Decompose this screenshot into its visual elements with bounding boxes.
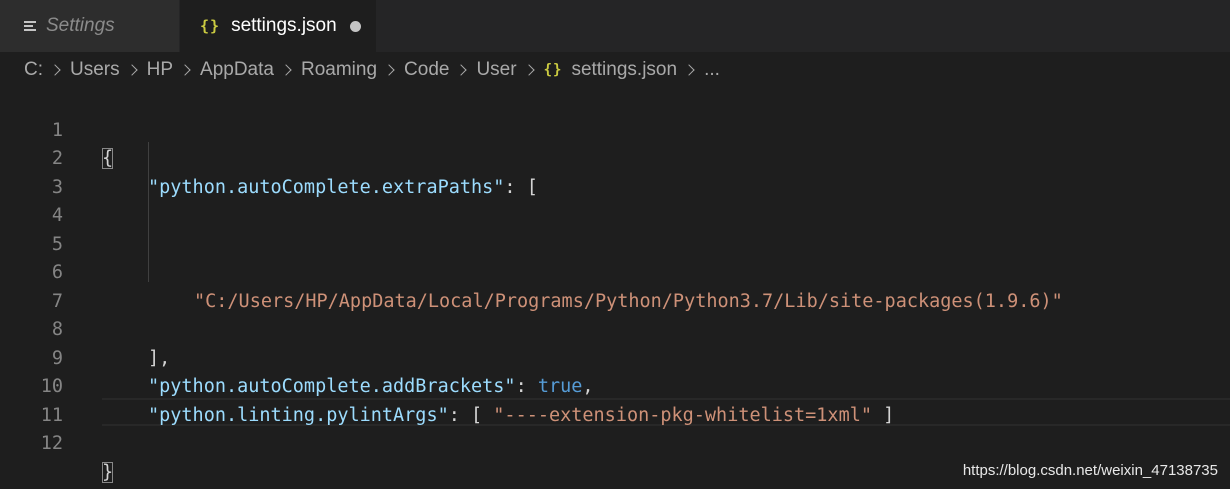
code-line: 7 — [0, 259, 1230, 312]
breadcrumb-item-users[interactable]: Users — [70, 59, 120, 81]
chevron-right-icon — [683, 64, 695, 76]
breadcrumb-item-roaming[interactable]: Roaming — [301, 59, 377, 81]
list-icon — [24, 20, 36, 32]
watermark: https://blog.csdn.net/weixin_47138735 — [962, 462, 1218, 479]
chevron-right-icon — [179, 64, 191, 76]
code-line: 6 "C:/Users/HP/AppData/Local/Programs/Py… — [0, 231, 1230, 312]
json-braces-icon: {} — [200, 17, 221, 35]
chevron-right-icon — [280, 64, 292, 76]
chevron-right-icon — [125, 64, 138, 76]
tab-settings[interactable]: Settings — [0, 0, 180, 52]
json-braces-icon: {} — [543, 62, 563, 78]
code-line: 8 ], — [0, 288, 1230, 369]
tab-settings-label: Settings — [46, 15, 115, 36]
code-line: 2 "python.autoComplete.extraPaths": [ — [0, 117, 1230, 198]
code-line: 10 "python.linting.pylintArgs": [ "----e… — [0, 345, 1230, 426]
chevron-right-icon — [522, 64, 535, 76]
tab-bar: Settings {} settings.json — [0, 0, 1230, 52]
chevron-right-icon — [455, 64, 468, 76]
code-line: 1 { — [0, 88, 1230, 169]
tab-settings-json[interactable]: {} settings.json — [180, 0, 376, 52]
code-editor[interactable]: 1 { 2 "python.autoComplete.extraPaths": … — [0, 88, 1230, 483]
code-line: 4 — [0, 174, 1230, 226]
unsaved-dot-icon[interactable] — [349, 20, 361, 32]
chevron-right-icon — [383, 64, 395, 76]
chevron-right-icon — [49, 64, 61, 76]
breadcrumb-item-file[interactable]: settings.json — [571, 59, 677, 81]
breadcrumb-item-appdata[interactable]: AppData — [200, 59, 274, 81]
close-brace: } — [102, 461, 114, 483]
breadcrumb: C: Users HP AppData Roaming Code User {}… — [24, 52, 720, 88]
breadcrumb-item-code[interactable]: Code — [404, 59, 449, 81]
breadcrumb-item-hp[interactable]: HP — [147, 59, 173, 81]
code-line: 12 } — [0, 402, 1230, 483]
code-line: 3 — [0, 145, 1230, 198]
code-line: 5 — [0, 202, 1230, 255]
line-number: 12 — [40, 433, 63, 454]
code-line: 9 "python.autoComplete.addBrackets": tru… — [0, 316, 1230, 398]
breadcrumb-item-more[interactable]: ... — [704, 59, 720, 81]
breadcrumb-item-c[interactable]: C: — [24, 59, 43, 81]
tab-settings-json-label: settings.json — [231, 15, 337, 36]
code-line: 11 — [0, 373, 1230, 426]
breadcrumb-item-user[interactable]: User — [476, 59, 516, 81]
